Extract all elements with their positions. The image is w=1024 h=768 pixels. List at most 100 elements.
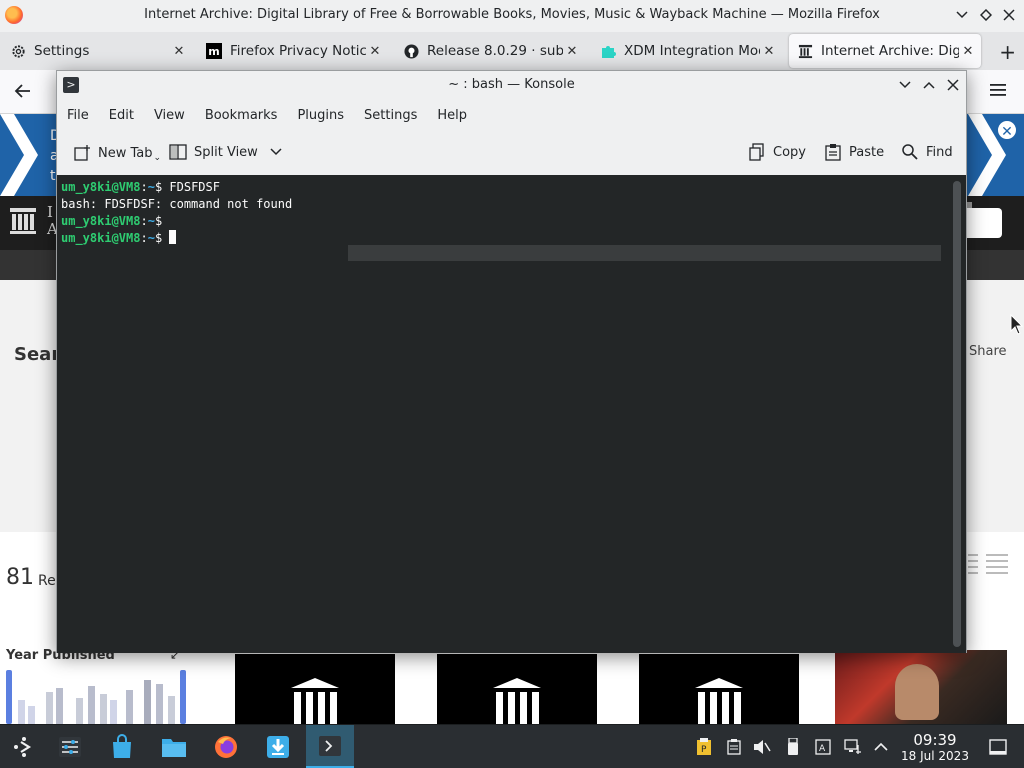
tab-internet-archive[interactable]: Internet Archive: Digit ✕ bbox=[789, 34, 981, 68]
new-tab-button[interactable]: + bbox=[999, 40, 1016, 64]
terminal-output: um_y8ki@VM8:~$ FDSFDSF bash: FDSFDSF: com… bbox=[61, 179, 292, 247]
terminal-view[interactable]: um_y8ki@VM8:~$ FDSFDSF bash: FDSFDSF: com… bbox=[57, 175, 966, 653]
tab-label: Internet Archive: Digit bbox=[821, 43, 959, 59]
terminal-cursor bbox=[169, 230, 177, 244]
mozilla-m-icon: m bbox=[206, 43, 222, 59]
internet-archive-logo-icon[interactable] bbox=[8, 206, 38, 236]
hamburger-menu-icon[interactable] bbox=[990, 83, 1006, 101]
clock-time[interactable]: 09:39 bbox=[896, 731, 974, 749]
prompt-symbol: $ bbox=[154, 180, 170, 194]
terminal-prompt-line: um_y8ki@VM8:~$ bbox=[61, 213, 292, 230]
paste-button[interactable]: Paste bbox=[824, 143, 884, 161]
copy-button[interactable]: Copy bbox=[748, 143, 806, 161]
svg-text:A: A bbox=[819, 744, 826, 754]
konsole-titlebar[interactable]: > ~ : bash — Konsole bbox=[57, 71, 966, 99]
tab-release-8-0-29[interactable]: Release 8.0.29 · subhra ✕ bbox=[395, 34, 585, 68]
taskbar-discover[interactable] bbox=[98, 725, 146, 768]
firefox-tab-bar: Settings ✕ m Firefox Privacy Notice ✕ Re… bbox=[0, 32, 1024, 70]
konsole-window-title: ~ : bash — Konsole bbox=[448, 77, 575, 92]
clipboard-icon[interactable] bbox=[724, 737, 744, 757]
settings-sliders-icon bbox=[59, 737, 81, 757]
copy-icon bbox=[749, 143, 764, 161]
item-tile[interactable] bbox=[639, 654, 799, 724]
konsole-window: > ~ : bash — Konsole File Edit View Book… bbox=[56, 70, 967, 653]
archive-icon bbox=[797, 43, 813, 59]
item-tile-thumbnail[interactable] bbox=[835, 650, 1007, 724]
terminal-command: FDSFDSF bbox=[169, 180, 220, 194]
item-tile[interactable] bbox=[235, 654, 395, 724]
new-tab-button[interactable]: New Tab ⌄ bbox=[73, 143, 161, 163]
folder-icon bbox=[162, 739, 186, 757]
application-launcher[interactable] bbox=[0, 725, 48, 768]
tab-xdm-integration[interactable]: XDM Integration Mod ✕ bbox=[592, 34, 782, 68]
archive-placeholder-icon bbox=[493, 678, 541, 724]
close-icon[interactable] bbox=[943, 75, 963, 95]
tab-label: Release 8.0.29 · subhra bbox=[427, 43, 563, 59]
chevron-up-icon[interactable] bbox=[871, 737, 891, 757]
back-arrow-icon[interactable] bbox=[14, 82, 32, 104]
taskbar-system-settings[interactable] bbox=[46, 725, 94, 768]
clock-date[interactable]: 18 Jul 2023 bbox=[896, 749, 974, 763]
terminal-scrollbar[interactable] bbox=[953, 181, 961, 647]
download-icon bbox=[267, 736, 289, 758]
network-icon[interactable] bbox=[843, 737, 863, 757]
find-button[interactable]: Find bbox=[901, 143, 953, 161]
tab-close-icon[interactable]: ✕ bbox=[760, 44, 778, 59]
prompt-symbol: $ bbox=[154, 214, 170, 228]
tab-close-icon[interactable]: ✕ bbox=[563, 44, 581, 59]
tab-close-icon[interactable]: ✕ bbox=[170, 44, 188, 59]
menu-settings[interactable]: Settings bbox=[364, 108, 417, 123]
minimize-icon[interactable] bbox=[952, 5, 972, 25]
tab-firefox-privacy-notice[interactable]: m Firefox Privacy Notice ✕ bbox=[198, 34, 388, 68]
terminal-tooltip-remnant bbox=[348, 245, 941, 261]
prompt-symbol: $ bbox=[154, 231, 170, 245]
person-thumbnail bbox=[895, 664, 939, 720]
tab-settings[interactable]: Settings ✕ bbox=[2, 34, 192, 68]
maximize-icon[interactable] bbox=[919, 75, 939, 95]
close-icon[interactable] bbox=[999, 5, 1019, 25]
tab-close-icon[interactable]: ✕ bbox=[366, 44, 384, 59]
menu-edit[interactable]: Edit bbox=[109, 108, 134, 123]
share-button[interactable]: Share bbox=[969, 344, 1007, 359]
tab-label: Firefox Privacy Notice bbox=[230, 43, 366, 59]
year-histogram[interactable] bbox=[6, 670, 186, 724]
konsole-toolbar: New Tab ⌄ Split View Copy Paste Find bbox=[57, 135, 966, 171]
split-view-icon bbox=[169, 144, 187, 160]
maximize-icon[interactable] bbox=[976, 5, 996, 25]
terminal-icon bbox=[319, 735, 341, 756]
tab-label: XDM Integration Mod bbox=[624, 43, 760, 59]
prompt-path: ~ bbox=[147, 231, 155, 245]
terminal-output-line: bash: FDSFDSF: command not found bbox=[61, 197, 293, 211]
usb-device-icon[interactable] bbox=[783, 737, 803, 757]
gear-icon bbox=[10, 43, 26, 59]
keyboard-layout-icon[interactable]: A bbox=[813, 737, 833, 757]
clipboard-manager-icon[interactable]: P bbox=[694, 737, 714, 757]
split-view-label: Split View bbox=[194, 144, 258, 160]
konsole-menubar: File Edit View Bookmarks Plugins Setting… bbox=[57, 101, 966, 129]
terminal-prompt-line: um_y8ki@VM8:~$ FDSFDSF bbox=[61, 179, 292, 196]
search-icon bbox=[902, 144, 918, 160]
split-view-button[interactable]: Split View bbox=[169, 143, 282, 161]
menu-help[interactable]: Help bbox=[437, 108, 467, 123]
volume-muted-icon[interactable] bbox=[752, 737, 772, 757]
mouse-cursor-icon bbox=[1010, 314, 1024, 335]
prompt-separator: : bbox=[140, 231, 148, 245]
new-tab-label: New Tab bbox=[98, 145, 153, 161]
item-tile[interactable] bbox=[437, 654, 597, 724]
menu-bookmarks[interactable]: Bookmarks bbox=[205, 108, 278, 123]
menu-file[interactable]: File bbox=[67, 108, 89, 123]
menu-plugins[interactable]: Plugins bbox=[297, 108, 344, 123]
tab-close-icon[interactable]: ✕ bbox=[959, 44, 977, 59]
taskbar-firefox[interactable] bbox=[202, 725, 250, 768]
banner-close-button[interactable]: ✕ bbox=[996, 119, 1018, 141]
list-view-icon[interactable] bbox=[960, 548, 1010, 578]
taskbar-xdm[interactable] bbox=[254, 725, 302, 768]
menu-view[interactable]: View bbox=[154, 108, 185, 123]
show-desktop-icon[interactable] bbox=[988, 737, 1008, 757]
paste-label: Paste bbox=[849, 144, 885, 160]
taskbar-konsole[interactable] bbox=[306, 725, 354, 768]
taskbar-file-manager[interactable] bbox=[150, 725, 198, 768]
firefox-window-title: Internet Archive: Digital Library of Fre… bbox=[144, 7, 880, 22]
minimize-icon[interactable] bbox=[895, 75, 915, 95]
chevron-down-icon[interactable] bbox=[270, 148, 282, 156]
